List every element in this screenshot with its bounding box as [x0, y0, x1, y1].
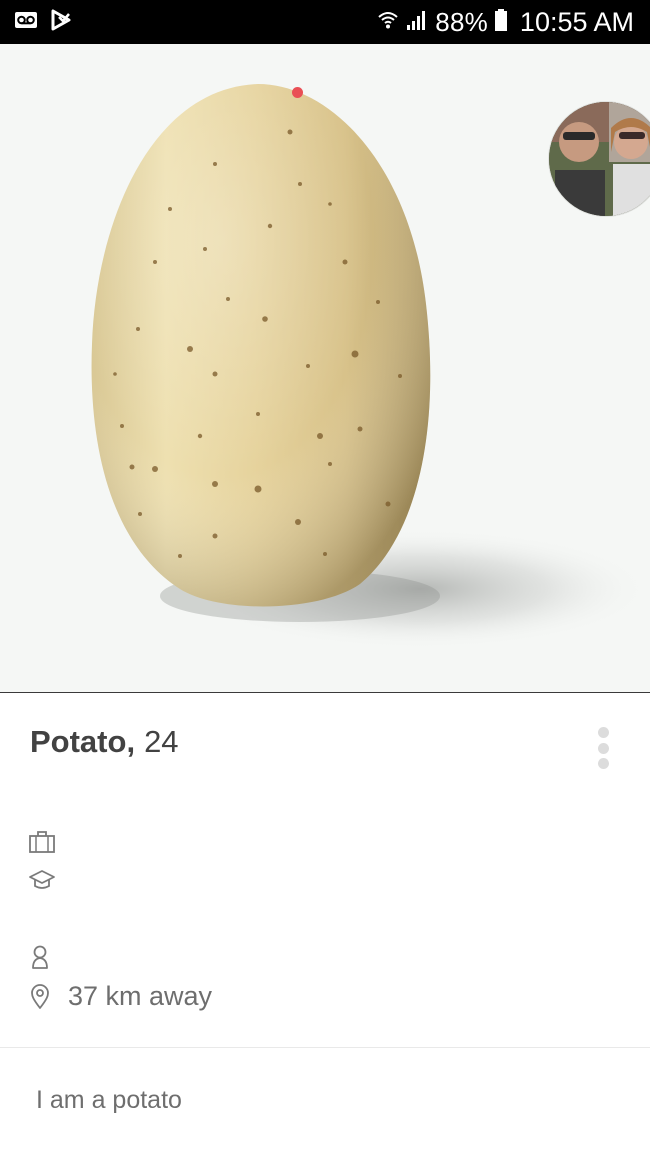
name-age-separator: , — [126, 724, 136, 759]
profile-name: Potato — [30, 724, 127, 759]
missed-call-icon — [50, 8, 72, 37]
voicemail-icon — [14, 11, 38, 34]
status-right: 88% 10:55 AM — [377, 0, 634, 44]
section-divider — [0, 1047, 650, 1048]
signal-icon — [405, 8, 429, 37]
profile-age: 24 — [144, 724, 179, 759]
wifi-icon — [377, 9, 399, 36]
more-options-button[interactable] — [593, 727, 615, 773]
battery-icon — [494, 8, 508, 37]
photo-page-indicator — [292, 87, 303, 98]
status-left-icons — [14, 8, 72, 36]
clock: 10:55 AM — [519, 7, 634, 37]
graduation-cap-icon — [28, 868, 56, 896]
bio-text: I am a potato — [36, 1086, 182, 1114]
person-icon — [28, 944, 56, 972]
location-pin-icon — [28, 983, 56, 1011]
profile-photo[interactable] — [0, 44, 650, 693]
battery-percent: 88% — [435, 7, 488, 37]
profile-header: Potato, 24 — [30, 724, 179, 770]
status-bar: 88% 10:55 AM — [0, 0, 650, 44]
distance-text: 37 km away — [68, 981, 213, 1011]
briefcase-icon — [28, 829, 56, 857]
